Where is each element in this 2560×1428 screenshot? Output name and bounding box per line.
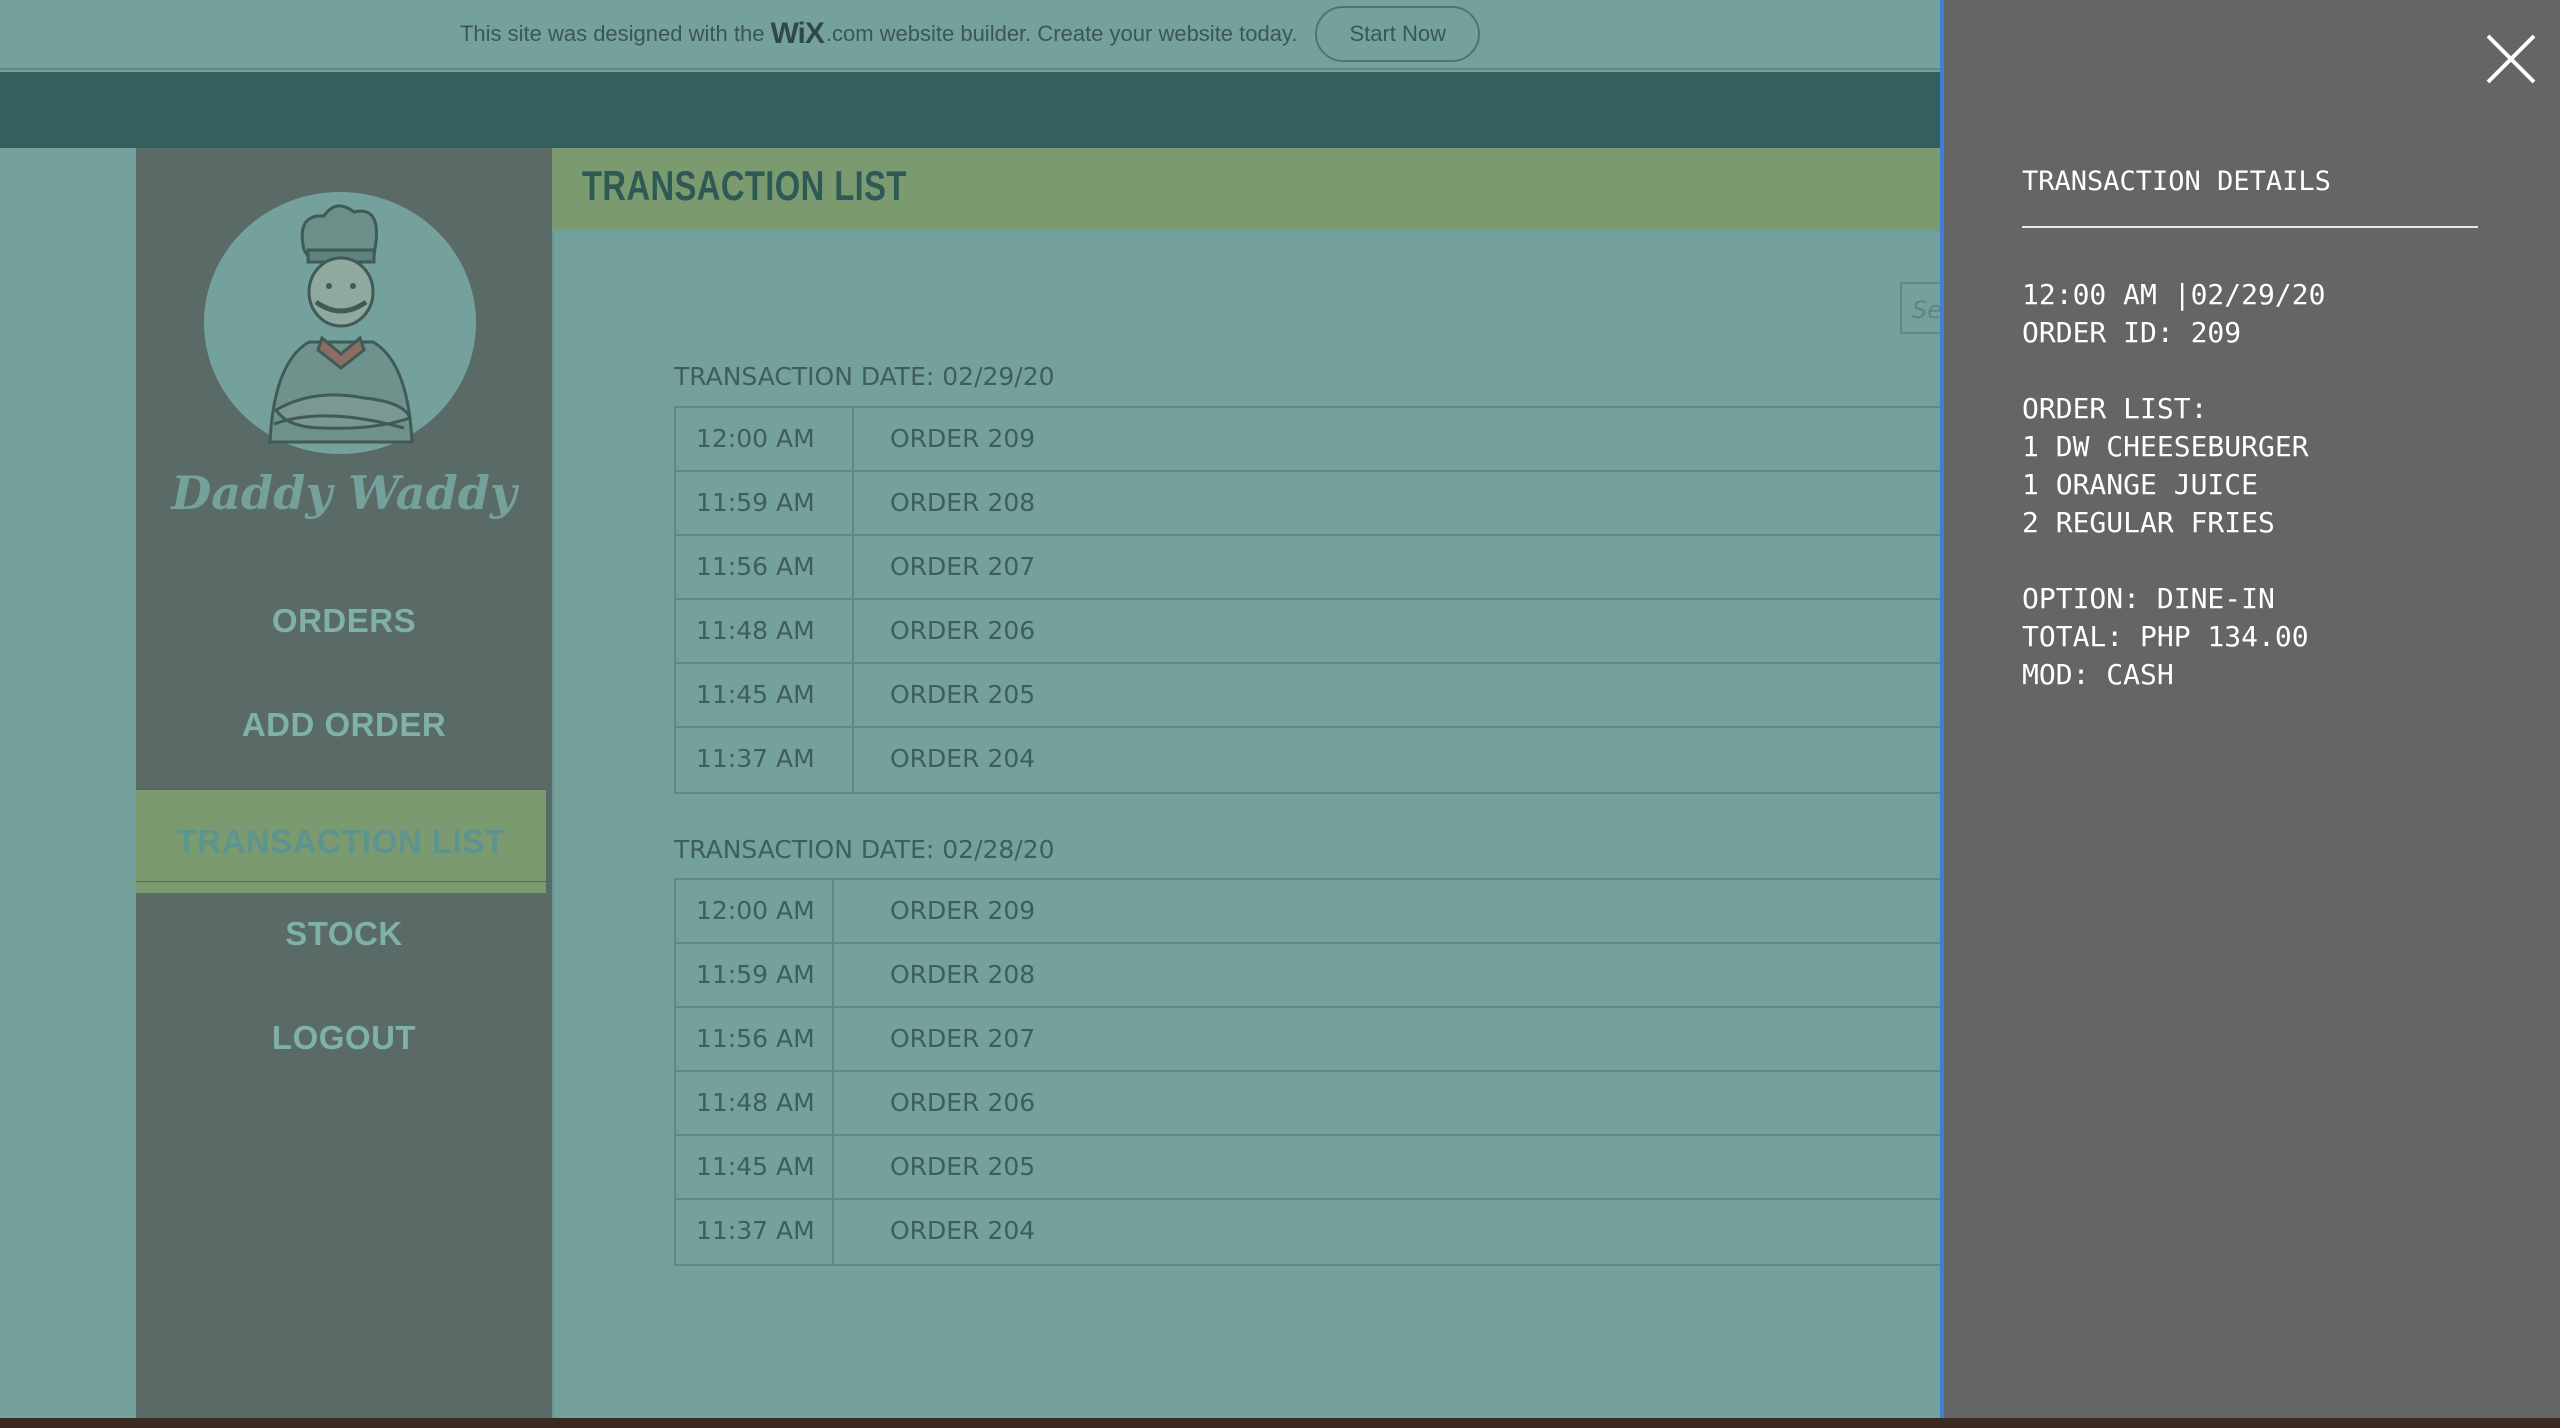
sidebar: Daddy Waddy ORDERS ADD ORDER TRANSACTION… [136, 148, 552, 1428]
row-time: 11:59 AM [696, 960, 815, 989]
table-row[interactable]: 11:45 AM ORDER 205 [676, 664, 1940, 728]
row-order: ORDER 205 [890, 1152, 1036, 1181]
table-row[interactable]: 11:37 AM ORDER 204 [676, 1200, 1940, 1264]
banner-text-after: .com website builder. Create your websit… [825, 21, 1298, 46]
row-time: 11:48 AM [696, 1088, 815, 1117]
close-icon[interactable] [2484, 32, 2538, 86]
row-time: 11:37 AM [696, 744, 815, 773]
column-divider [832, 944, 834, 1006]
page-title: TRANSACTION LIST [582, 162, 907, 209]
sidebar-item-logout[interactable]: LOGOUT [136, 985, 552, 1089]
details-datetime: 12:00 AM |02/29/20 [2022, 278, 2326, 311]
row-time: 11:45 AM [696, 1152, 815, 1181]
column-divider [832, 1072, 834, 1134]
row-order: ORDER 209 [890, 424, 1036, 453]
details-order-list-label: ORDER LIST: [2022, 392, 2208, 425]
transaction-date-label: TRANSACTION DATE: 02/29/20 [674, 362, 1055, 391]
row-time: 11:48 AM [696, 616, 815, 645]
details-option: OPTION: DINE-IN [2022, 582, 2275, 615]
row-order: ORDER 206 [890, 1088, 1036, 1117]
table-row[interactable]: 12:00 AM ORDER 209 [676, 880, 1940, 944]
transaction-details-panel [1940, 0, 2560, 1428]
details-order-item: 1 ORANGE JUICE [2022, 468, 2259, 501]
wix-banner: This site was designed with the WiX .com… [0, 0, 1940, 70]
row-order: ORDER 204 [890, 1216, 1036, 1245]
row-order: ORDER 209 [890, 896, 1036, 925]
table-row[interactable]: 11:48 AM ORDER 206 [676, 1072, 1940, 1136]
column-divider [852, 664, 854, 726]
details-heading: TRANSACTION DETAILS [2022, 166, 2331, 197]
row-time: 11:45 AM [696, 680, 815, 709]
column-divider [832, 1008, 834, 1070]
column-divider [852, 472, 854, 534]
column-divider [832, 1200, 834, 1264]
site-header-bar [0, 72, 1940, 148]
column-divider [852, 728, 854, 792]
details-total: TOTAL: PHP 134.00 [2022, 620, 2309, 653]
row-time: 11:56 AM [696, 1024, 815, 1053]
table-row[interactable]: 11:59 AM ORDER 208 [676, 944, 1940, 1008]
column-divider [852, 408, 854, 470]
row-time: 11:59 AM [696, 488, 815, 517]
details-mod: MOD: CASH [2022, 658, 2174, 691]
page-header: TRANSACTION LIST [552, 148, 1940, 232]
brand-name: Daddy Waddy [171, 466, 517, 520]
row-time: 11:56 AM [696, 552, 815, 581]
row-time: 11:37 AM [696, 1216, 815, 1245]
column-divider [852, 536, 854, 598]
row-time: 12:00 AM [696, 424, 815, 453]
search-input[interactable]: Se [1900, 282, 1940, 334]
sidebar-item-stock[interactable]: STOCK [136, 881, 552, 985]
table-row[interactable]: 12:00 AM ORDER 209 [676, 408, 1940, 472]
row-order: ORDER 207 [890, 552, 1036, 581]
transaction-table: 12:00 AM ORDER 209 11:59 AM ORDER 208 11… [674, 878, 1940, 1266]
table-row[interactable]: 11:45 AM ORDER 205 [676, 1136, 1940, 1200]
details-order-item: 2 REGULAR FRIES [2022, 506, 2275, 539]
column-divider [832, 1136, 834, 1198]
wix-logo: WiX [770, 17, 824, 50]
row-order: ORDER 207 [890, 1024, 1036, 1053]
table-row[interactable]: 11:59 AM ORDER 208 [676, 472, 1940, 536]
transaction-table: 12:00 AM ORDER 209 11:59 AM ORDER 208 11… [674, 406, 1940, 794]
table-row[interactable]: 11:56 AM ORDER 207 [676, 536, 1940, 600]
background-strip [0, 1418, 2560, 1428]
column-divider [852, 600, 854, 662]
table-row[interactable]: 11:56 AM ORDER 207 [676, 1008, 1940, 1072]
row-order: ORDER 205 [890, 680, 1036, 709]
row-order: ORDER 206 [890, 616, 1036, 645]
sidebar-item-orders[interactable]: ORDERS [136, 568, 552, 672]
sidebar-item-transaction-list[interactable]: TRANSACTION LIST [136, 789, 546, 893]
start-now-button[interactable]: Start Now [1315, 6, 1481, 62]
row-order: ORDER 208 [890, 488, 1036, 517]
details-divider [2022, 226, 2478, 228]
row-time: 12:00 AM [696, 896, 815, 925]
row-order: ORDER 204 [890, 744, 1036, 773]
details-order-item: 1 DW CHEESEBURGER [2022, 430, 2309, 463]
table-row[interactable]: 11:48 AM ORDER 206 [676, 600, 1940, 664]
chef-mascot-icon [204, 192, 476, 454]
table-row[interactable]: 11:37 AM ORDER 204 [676, 728, 1940, 792]
banner-text-before: This site was designed with the [459, 21, 765, 46]
row-order: ORDER 208 [890, 960, 1036, 989]
details-order-id: ORDER ID: 209 [2022, 316, 2242, 349]
transaction-date-label: TRANSACTION DATE: 02/28/20 [674, 835, 1055, 864]
sidebar-item-add-order[interactable]: ADD ORDER [136, 672, 552, 776]
column-divider [832, 880, 834, 942]
